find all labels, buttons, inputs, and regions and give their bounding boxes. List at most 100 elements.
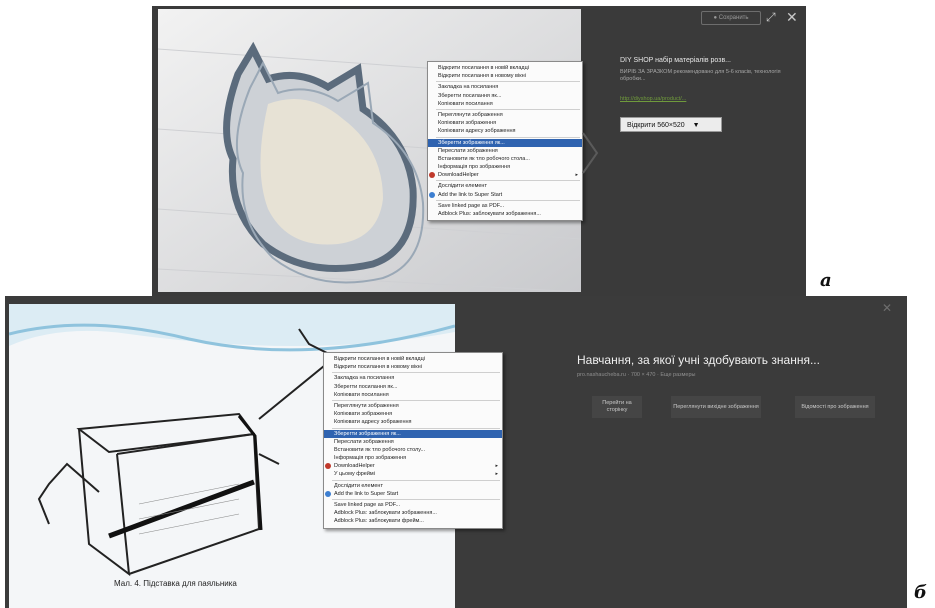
menu-item[interactable]: Зберегти посилання як... (428, 92, 582, 100)
menu-item-label: Копіювати адресу зображення (438, 128, 516, 135)
menu-item-label: Зберегти зображення як... (438, 139, 505, 146)
menu-item[interactable]: Adblock Plus: заблокувати фрейм... (324, 517, 502, 525)
menu-item-label: Дослідити елемент (334, 482, 383, 489)
menu-item[interactable]: DownloadHelper ▸ (324, 462, 502, 470)
submenu-arrow-icon: ▸ (495, 471, 498, 478)
menu-item[interactable]: Копіювати зображення (428, 119, 582, 127)
menu-item-label: Копіювати зображення (334, 411, 393, 418)
menu-item-label: Відкрити посилання в новому вікні (334, 364, 422, 371)
panel-label-b: б (914, 582, 927, 603)
submenu-arrow-icon: ▸ (575, 172, 578, 179)
submenu-arrow-icon: ▸ (495, 463, 498, 470)
menu-item[interactable]: Adblock Plus: заблокувати зображення... (324, 509, 502, 517)
menu-item-label: Копіювати посилання (438, 100, 493, 107)
menu-item[interactable]: Adblock Plus: заблокувати зображення... (428, 210, 582, 218)
close-icon[interactable]: ✕ (786, 10, 798, 24)
menu-item-label: Інформація про зображення (334, 455, 407, 462)
chevron-down-icon: ▼ (692, 122, 700, 129)
menu-item[interactable]: Add the link to Super Start (428, 191, 582, 199)
menu-item-label: У цьому фреймі (334, 471, 375, 478)
menu-item[interactable]: Дослідити елемент (324, 482, 502, 490)
menu-item-label: Відкрити посилання в новій вкладці (438, 65, 529, 71)
image-title[interactable]: DIY SHOP набір матеріалів розв... (620, 57, 800, 64)
open-image-button[interactable]: Відкрити 560×520 ▼ (620, 117, 722, 132)
menu-item[interactable]: DownloadHelper ▸ (428, 171, 582, 179)
menu-item[interactable]: Переглянути зображення (428, 111, 582, 119)
menu-item[interactable]: Дослідити елемент (428, 182, 582, 190)
menu-separator (436, 81, 580, 83)
menu-item-label: Встановити як тло робочого столу... (334, 446, 426, 453)
image-title[interactable]: Навчання, за якої учні здобувають знання… (577, 353, 897, 367)
menu-separator (332, 479, 500, 481)
menu-item-icon (325, 490, 331, 497)
menu-item[interactable]: Зберегти зображення як... (324, 429, 502, 438)
image-description: ВИРІБ ЗА ЗРАЗКОМ рекомендовано для 5-6 к… (620, 69, 781, 82)
menu-separator (436, 136, 580, 138)
menu-item-label: Відкрити посилання в новій вкладці (334, 356, 425, 362)
menu-item-label: Копіювати посилання (334, 391, 389, 398)
menu-item[interactable]: Переслати зображення (428, 147, 582, 155)
menu-item-label: Дослідити елемент (438, 183, 487, 190)
menu-item[interactable]: Встановити як тло робочого стола... (428, 155, 582, 163)
image-viewer-panel-b: Мал. 4. Підставка для паяльника Відкрити… (5, 296, 907, 608)
figure-caption: Мал. 4. Підставка для паяльника (114, 579, 237, 588)
menu-item[interactable]: Add the link to Super Start (324, 490, 502, 498)
menu-item[interactable]: Копіювати адресу зображення (324, 418, 502, 426)
menu-item-label: Встановити як тло робочого стола... (438, 155, 530, 162)
menu-item-label: Зберегти посилання як... (438, 92, 502, 99)
menu-item-label: Копіювати адресу зображення (334, 419, 412, 426)
view-original-button[interactable]: Переглянути вихідне зображення (671, 396, 761, 418)
close-icon[interactable]: ✕ (882, 302, 892, 314)
menu-item-label: Save linked page as PDF... (334, 502, 401, 508)
menu-separator (332, 399, 500, 401)
menu-item-label: Переслати зображення (334, 438, 394, 445)
menu-item-label: DownloadHelper (438, 172, 479, 179)
menu-item[interactable]: Інформація про зображення (428, 163, 582, 171)
menu-item[interactable]: Зберегти зображення як... (428, 138, 582, 147)
image-source[interactable]: pro.nashaucheba.ru · 700 × 470 · Еще раз… (577, 372, 695, 378)
menu-item-label: Відкрити посилання в новому вікні (438, 73, 526, 80)
menu-item-icon (429, 191, 435, 198)
panel-label-a: а (820, 270, 832, 291)
menu-item-label: Переглянути зображення (438, 111, 503, 118)
menu-item-icon (429, 172, 435, 179)
menu-item[interactable]: Копіювати адресу зображення (428, 127, 582, 135)
menu-item[interactable]: Переслати зображення (324, 438, 502, 446)
menu-item-label: Save linked page as PDF... (438, 202, 505, 209)
menu-item[interactable]: Переглянути зображення (324, 402, 502, 410)
menu-separator (332, 427, 500, 429)
menu-item[interactable]: Копіювати зображення (324, 410, 502, 418)
menu-item-label: Add the link to Super Start (334, 490, 399, 497)
save-button[interactable]: ● Сохранить (701, 11, 761, 25)
menu-item[interactable]: Відкрити посилання в новій вкладці (324, 355, 502, 363)
menu-item-label: Копіювати зображення (438, 120, 497, 127)
menu-item-label: Закладка на посилання (334, 375, 395, 382)
source-link[interactable]: http://diyshop.ua/product/... (620, 96, 686, 102)
menu-item[interactable]: Копіювати посилання (428, 100, 582, 108)
context-menu-b: Відкрити посилання в новій вкладці Відкри… (323, 352, 503, 529)
menu-separator (436, 199, 580, 201)
expand-icon[interactable]: ⤢ (766, 11, 776, 23)
menu-item[interactable]: Save linked page as PDF... (428, 202, 582, 210)
menu-item-label: Зберегти посилання як... (334, 383, 398, 390)
menu-item-label: Add the link to Super Start (438, 191, 503, 198)
menu-item-label: Переглянути зображення (334, 402, 399, 409)
menu-separator (332, 499, 500, 500)
menu-separator (332, 372, 500, 374)
image-info-button[interactable]: Відомості про зображення (795, 396, 875, 418)
menu-separator (436, 108, 580, 110)
context-menu-a: Відкрити посилання в новій вкладці Відкри… (427, 61, 583, 222)
menu-item[interactable]: Відкрити посилання в новому вікні (324, 363, 502, 371)
next-arrow-icon[interactable] (581, 131, 601, 175)
menu-item[interactable]: Встановити як тло робочого столу... (324, 446, 502, 454)
visit-page-button[interactable]: Перейти на сторінку (592, 396, 642, 418)
menu-item[interactable]: Відкрити посилання в новому вікні (428, 72, 582, 80)
menu-item[interactable]: Закладка на посилання (428, 83, 582, 91)
menu-item[interactable]: Зберегти посилання як... (324, 383, 502, 391)
menu-item[interactable]: Інформація про зображення (324, 454, 502, 462)
menu-item[interactable]: Копіювати посилання (324, 391, 502, 399)
menu-item[interactable]: Відкрити посилання в новій вкладці (428, 64, 582, 72)
menu-item[interactable]: У цьому фреймі ▸ (324, 470, 502, 478)
menu-item[interactable]: Save linked page as PDF... (324, 501, 502, 509)
menu-item[interactable]: Закладка на посилання (324, 374, 502, 382)
